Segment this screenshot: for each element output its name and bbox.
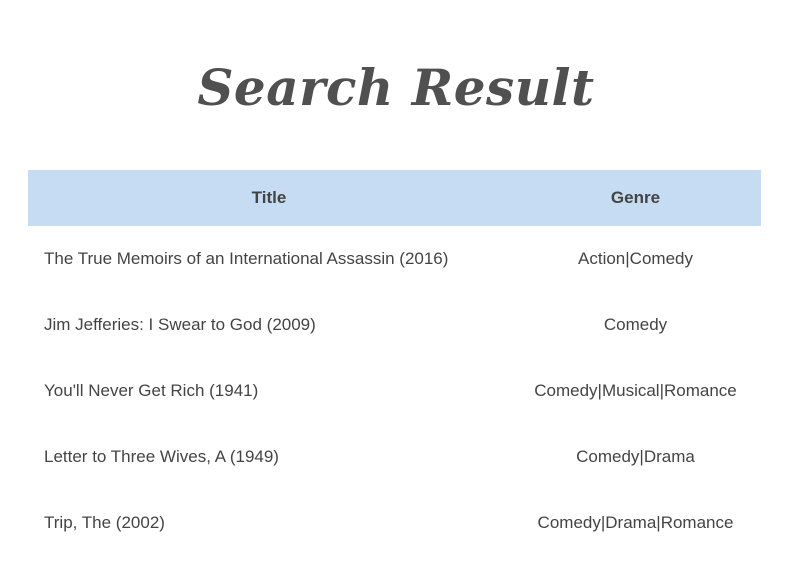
movie-genre-cell: Comedy [603, 315, 668, 334]
movie-title-cell: Jim Jefferies: I Swear to God (2009) [44, 315, 316, 334]
table-row[interactable]: Jim Jefferies: I Swear to God (2009) Com… [28, 292, 761, 358]
column-header-genre[interactable]: Genre [510, 170, 761, 226]
results-table: Title Genre The True Memoirs of an Inter… [28, 170, 761, 556]
movie-genre-cell: Comedy|Musical|Romance [534, 381, 737, 400]
column-header-title[interactable]: Title [28, 170, 510, 226]
movie-genre-cell: Comedy|Drama [576, 447, 695, 466]
movie-genre-cell: Action|Comedy [578, 249, 693, 268]
table-row[interactable]: The True Memoirs of an International Ass… [28, 226, 761, 292]
movie-genre-cell: Comedy|Drama|Romance [537, 513, 734, 532]
movie-title-cell: Letter to Three Wives, A (1949) [44, 447, 279, 466]
page-title: Search Result [197, 58, 595, 117]
table-row[interactable]: Letter to Three Wives, A (1949) Comedy|D… [28, 424, 761, 490]
movie-title-cell: Trip, The (2002) [44, 513, 165, 532]
movie-title-cell: You'll Never Get Rich (1941) [44, 381, 259, 400]
page: Search Result Title Genre The True Memoi… [0, 0, 800, 580]
movie-title-cell: The True Memoirs of an International Ass… [44, 249, 449, 268]
table-row[interactable]: You'll Never Get Rich (1941) Comedy|Musi… [28, 358, 761, 424]
table-header-row: Title Genre [28, 170, 761, 226]
table-row[interactable]: Trip, The (2002) Comedy|Drama|Romance [28, 490, 761, 556]
